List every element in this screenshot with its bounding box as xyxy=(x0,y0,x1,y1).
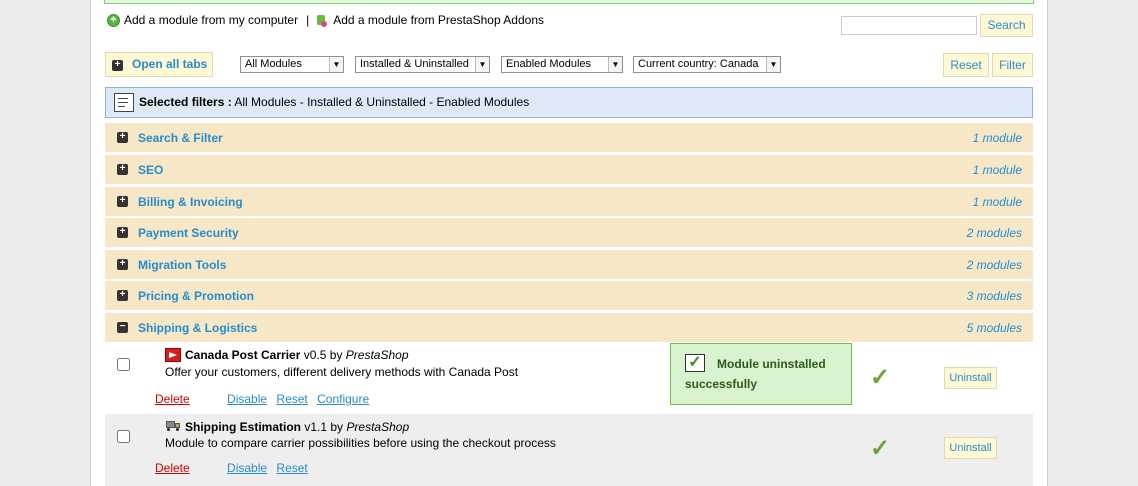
module-checkbox[interactable] xyxy=(117,358,130,371)
module-name: Shipping Estimation xyxy=(185,420,301,434)
success-strip xyxy=(104,0,1034,4)
install-filter-value: Installed & Uninstalled xyxy=(360,58,469,70)
plus-icon: + xyxy=(117,132,128,143)
category-name: Shipping & Logistics xyxy=(138,321,258,335)
plus-icon: + xyxy=(117,259,128,270)
chevron-down-icon: ▼ xyxy=(608,57,622,72)
category-count: 1 module xyxy=(972,195,1022,209)
open-all-tabs-button[interactable]: + Open all tabs xyxy=(105,52,213,77)
module-description: Module to compare carrier possibilities … xyxy=(165,436,556,450)
category-name: Pricing & Promotion xyxy=(138,289,255,303)
add-module-links: + Add a module from my computer | Add a … xyxy=(107,13,544,27)
enabled-check-icon: ✓ xyxy=(870,435,891,462)
plus-icon: + xyxy=(117,196,128,207)
category-name: Billing & Invoicing xyxy=(138,195,243,209)
category-count: 1 module xyxy=(972,163,1022,177)
chevron-down-icon: ▼ xyxy=(329,57,343,72)
chevron-down-icon: ▼ xyxy=(766,57,780,72)
truck-icon xyxy=(166,421,181,431)
module-by: by xyxy=(330,420,344,434)
install-filter-select[interactable]: Installed & Uninstalled ▼ xyxy=(355,56,490,73)
add-circle-icon: + xyxy=(107,13,120,27)
modules-filter-value: All Modules xyxy=(245,58,302,70)
chevron-down-icon: ▼ xyxy=(475,57,489,72)
minus-icon: − xyxy=(117,322,128,333)
enabled-filter-value: Enabled Modules xyxy=(506,58,592,70)
category-seo[interactable]: + SEO 1 module xyxy=(105,155,1033,185)
module-actions: Delete Disable Reset xyxy=(155,461,314,475)
category-count: 1 module xyxy=(972,131,1022,145)
module-title: Canada Post Carrier v0.5 by PrestaShop xyxy=(185,348,409,362)
selected-filters-value: All Modules - Installed & Uninstalled - … xyxy=(234,95,530,109)
filter-list-icon xyxy=(114,93,134,112)
open-all-label: Open all tabs xyxy=(132,57,208,71)
module-author: PrestaShop xyxy=(346,420,410,434)
plus-icon: + xyxy=(117,290,128,301)
module-version: v0.5 xyxy=(303,348,327,362)
modules-filter-select[interactable]: All Modules ▼ xyxy=(240,56,344,73)
reset-filter-button[interactable]: Reset xyxy=(943,53,989,77)
add-local-module-link[interactable]: Add a module from my computer xyxy=(124,13,298,27)
disable-link[interactable]: Disable xyxy=(227,461,267,475)
plus-icon: + xyxy=(112,60,123,71)
category-shipping-logistics[interactable]: − Shipping & Logistics 5 modules xyxy=(105,313,1033,343)
selected-filters-bar: Selected filters : All Modules - Install… xyxy=(105,87,1033,118)
category-count: 3 modules xyxy=(966,289,1022,303)
enabled-filter-select[interactable]: Enabled Modules ▼ xyxy=(501,56,623,73)
uninstall-button[interactable]: Uninstall xyxy=(944,367,997,389)
category-name: Migration Tools xyxy=(138,258,227,272)
category-count: 2 modules xyxy=(966,226,1022,240)
module-by: by xyxy=(329,348,343,362)
plus-icon: + xyxy=(117,164,128,175)
module-name: Canada Post Carrier xyxy=(185,348,301,362)
toast-line1: Module uninstalled xyxy=(717,357,826,371)
success-toast: ✓ Module uninstalled successfully xyxy=(670,343,852,405)
configure-link[interactable]: Configure xyxy=(317,392,369,406)
category-billing-invoicing[interactable]: + Billing & Invoicing 1 module xyxy=(105,187,1033,217)
module-row: Shipping Estimation v1.1 by PrestaShop M… xyxy=(105,414,1033,486)
module-title: Shipping Estimation v1.1 by PrestaShop xyxy=(185,420,409,434)
selected-filters-label: Selected filters : xyxy=(139,95,232,109)
search-button[interactable]: Search xyxy=(980,14,1033,37)
filter-button[interactable]: Filter xyxy=(992,53,1033,77)
addons-icon xyxy=(317,14,328,27)
category-pricing-promotion[interactable]: + Pricing & Promotion 3 modules xyxy=(105,281,1033,311)
uninstall-button[interactable]: Uninstall xyxy=(944,437,997,459)
category-name: Payment Security xyxy=(138,226,239,240)
module-checkbox[interactable] xyxy=(117,430,130,443)
link-separator: | xyxy=(306,13,310,27)
disable-link[interactable]: Disable xyxy=(227,392,267,406)
module-actions: Delete Disable Reset Configure xyxy=(155,392,375,406)
reset-link[interactable]: Reset xyxy=(276,392,307,406)
module-author: PrestaShop xyxy=(345,348,409,362)
enabled-check-icon: ✓ xyxy=(870,364,891,391)
module-version: v1.1 xyxy=(304,420,328,434)
category-name: SEO xyxy=(138,163,164,177)
plus-icon: + xyxy=(117,227,128,238)
category-count: 2 modules xyxy=(966,258,1022,272)
add-addons-module-link[interactable]: Add a module from PrestaShop Addons xyxy=(333,13,544,27)
canada-post-logo-icon xyxy=(165,348,181,362)
category-search-filter[interactable]: + Search & Filter 1 module xyxy=(105,123,1033,153)
checkbox-check-icon: ✓ xyxy=(685,354,705,372)
toast-line2: successfully xyxy=(685,377,758,391)
category-name: Search & Filter xyxy=(138,131,223,145)
country-filter-value: Current country: Canada xyxy=(638,58,759,70)
reset-link[interactable]: Reset xyxy=(276,461,307,475)
category-payment-security[interactable]: + Payment Security 2 modules xyxy=(105,218,1033,248)
country-filter-select[interactable]: Current country: Canada ▼ xyxy=(633,56,781,73)
delete-link[interactable]: Delete xyxy=(155,461,190,475)
category-migration-tools[interactable]: + Migration Tools 2 modules xyxy=(105,250,1033,280)
category-count: 5 modules xyxy=(966,321,1022,335)
module-row: Canada Post Carrier v0.5 by PrestaShop O… xyxy=(105,343,1033,413)
delete-link[interactable]: Delete xyxy=(155,392,190,406)
module-description: Offer your customers, different delivery… xyxy=(165,365,519,379)
search-input[interactable] xyxy=(841,16,977,35)
